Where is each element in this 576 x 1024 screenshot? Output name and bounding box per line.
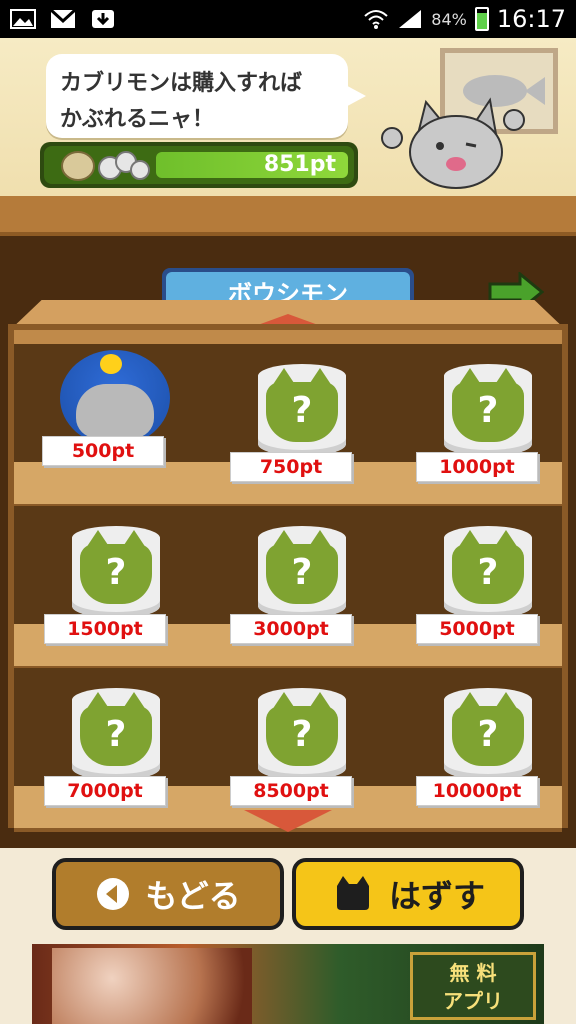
mystery-can: ? [258, 688, 346, 780]
shop-item[interactable]: ? 7000pt [34, 688, 194, 836]
shop-item[interactable]: ? 750pt [220, 364, 380, 512]
download-icon [92, 10, 114, 28]
question-mark-icon: ? [105, 552, 127, 593]
question-mark-icon: ? [477, 390, 499, 431]
shop-shelf: ボウシモン 500pt ? 750pt ? 1000pt ? 1500pt ? … [0, 196, 576, 848]
price-tag: 500pt [42, 436, 164, 466]
bottom-bar: もどる はずす [0, 848, 576, 944]
shop-item-owned[interactable]: 500pt [32, 348, 192, 496]
signal-icon [399, 10, 422, 28]
cat-face [76, 384, 154, 438]
battery-percent: 84% [431, 9, 467, 29]
remove-button[interactable]: はずす [292, 858, 524, 930]
mystery-can: ? [444, 364, 532, 456]
back-button-label: もどる [145, 877, 241, 915]
gmail-icon [50, 8, 76, 28]
cat-head-icon [336, 876, 369, 910]
question-mark-icon: ? [105, 714, 127, 755]
speech-bubble: カブリモンは購入すれば かぶれるニャ！ [46, 54, 348, 138]
image-icon [10, 9, 36, 29]
mystery-can: ? [72, 688, 160, 780]
question-mark-icon: ? [477, 552, 499, 593]
price-tag: 5000pt [416, 614, 538, 644]
speech-line-2: かぶれるニャ！ [60, 107, 215, 132]
mystery-can: ? [72, 526, 160, 618]
status-bar: 84% 16:17 [0, 0, 576, 38]
ad-badge-line-2: アプリ [443, 989, 503, 1013]
back-button[interactable]: もどる [52, 858, 284, 930]
shop-item[interactable]: ? 10000pt [406, 688, 566, 836]
ad-badge-line-1: 無 料 [449, 961, 497, 985]
price-tag: 7000pt [44, 776, 166, 806]
question-mark-icon: ? [291, 552, 313, 593]
question-mark-icon: ? [291, 390, 313, 431]
clock: 16:17 [496, 5, 566, 33]
mystery-can: ? [258, 526, 346, 618]
shelf-row-1: 500pt ? 750pt ? 1000pt [14, 344, 562, 508]
points-bar: 851pt [40, 142, 358, 188]
mystery-can: ? [444, 688, 532, 780]
shop-item[interactable]: ? 1000pt [406, 364, 566, 512]
mystery-can: ? [444, 526, 532, 618]
back-arrow-icon [97, 878, 130, 910]
coins-icon [61, 151, 150, 181]
shelf-row-3: ? 7000pt ? 8500pt ? 10000pt [14, 668, 562, 832]
price-tag: 10000pt [416, 776, 538, 806]
shop-item[interactable]: ? 3000pt [220, 526, 380, 674]
speech-bubble-tail [340, 82, 366, 110]
cat-mascot [381, 97, 525, 189]
chick-icon [100, 354, 122, 374]
mystery-can: ? [258, 364, 346, 456]
price-tag: 1000pt [416, 452, 538, 482]
shelf-row-2: ? 1500pt ? 3000pt ? 5000pt [14, 506, 562, 670]
ad-image [52, 948, 252, 1024]
scroll-down-arrow-icon[interactable] [244, 810, 332, 832]
header: カブリモンは購入すれば かぶれるニャ！ 851pt [0, 38, 576, 196]
price-tag: 1500pt [44, 614, 166, 644]
battery-icon [474, 7, 489, 31]
question-mark-icon: ? [291, 714, 313, 755]
speech-line-1: カブリモンは購入すれば [60, 71, 303, 96]
wifi-icon [364, 10, 388, 29]
shop-item[interactable]: ? 1500pt [34, 526, 194, 674]
price-tag: 8500pt [230, 776, 352, 806]
shelf-top-board [0, 196, 576, 236]
points-value: 851pt [263, 152, 336, 177]
remove-button-label: はずす [388, 877, 485, 915]
question-mark-icon: ? [477, 714, 499, 755]
ad-banner[interactable]: 無 料 アプリ [32, 944, 544, 1024]
free-app-badge[interactable]: 無 料 アプリ [410, 952, 536, 1020]
shop-item[interactable]: ? 5000pt [406, 526, 566, 674]
price-tag: 3000pt [230, 614, 352, 644]
price-tag: 750pt [230, 452, 352, 482]
